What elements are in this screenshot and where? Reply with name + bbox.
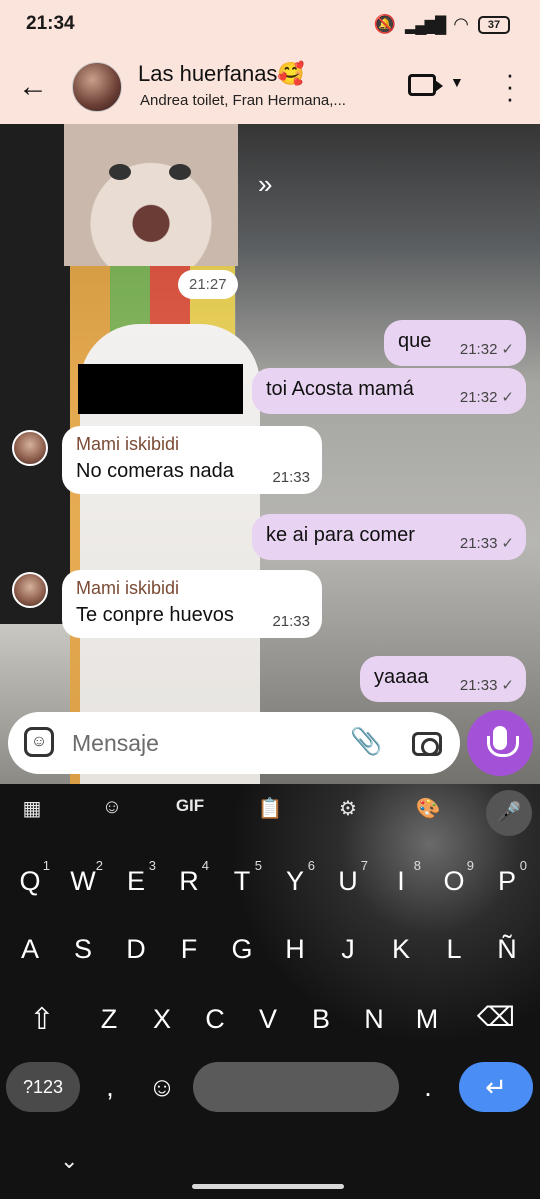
key-g[interactable]: G bbox=[220, 934, 264, 965]
keyboard: ▦ ☺ GIF 📋 ⚙ 🎨 🎤 Q1W2E3R4T5Y6U7I8O9P0 ASD… bbox=[0, 784, 540, 1199]
chat-header: ← Las huerfanas🥰 Andrea toilet, Fran Her… bbox=[0, 50, 540, 124]
key-s[interactable]: S bbox=[61, 934, 105, 965]
backspace-icon[interactable]: ⌫ bbox=[474, 1002, 518, 1033]
key-y[interactable]: Y6 bbox=[273, 858, 317, 897]
back-arrow-icon[interactable]: ← bbox=[18, 70, 48, 104]
status-time: 21:34 bbox=[26, 13, 75, 34]
censor-bar bbox=[78, 364, 243, 414]
clipboard-icon[interactable]: 📋 bbox=[250, 796, 290, 821]
enter-icon[interactable]: ↵ bbox=[459, 1062, 533, 1112]
signal-icon: ▂▄▆█ bbox=[405, 16, 446, 34]
key-u[interactable]: U7 bbox=[326, 858, 370, 897]
voice-input-icon[interactable]: 🎤 bbox=[486, 790, 532, 836]
message-meta: 21:32 ✓ bbox=[459, 389, 514, 406]
message-incoming[interactable]: Mami iskibidi No comeras nada 21:33 bbox=[62, 426, 322, 494]
message-text: toi Acosta mamá bbox=[266, 378, 414, 400]
key-i[interactable]: I8 bbox=[379, 858, 423, 897]
battery-icon: 37 bbox=[478, 15, 510, 34]
key-t[interactable]: T5 bbox=[220, 858, 264, 897]
sticker-icon[interactable]: ☺ bbox=[24, 727, 54, 757]
key-m[interactable]: M bbox=[405, 1004, 449, 1035]
group-title[interactable]: Las huerfanas🥰 bbox=[138, 61, 305, 87]
key-z[interactable]: Z bbox=[87, 1004, 131, 1035]
key-w[interactable]: W2 bbox=[61, 858, 105, 897]
video-call-icon[interactable] bbox=[408, 74, 443, 96]
key-e[interactable]: E3 bbox=[114, 858, 158, 897]
wallpaper-background bbox=[0, 124, 70, 624]
chevron-down-icon[interactable]: ▼ bbox=[450, 74, 464, 90]
camera-icon[interactable] bbox=[412, 732, 442, 756]
sender-avatar[interactable] bbox=[12, 430, 48, 466]
more-vert-icon[interactable]: · · · bbox=[500, 61, 520, 111]
key-x[interactable]: X bbox=[140, 1004, 184, 1035]
read-check-icon: ✓ bbox=[501, 677, 514, 694]
read-check-icon: ✓ bbox=[501, 389, 514, 406]
key-f[interactable]: F bbox=[167, 934, 211, 965]
key-l[interactable]: L bbox=[432, 934, 476, 965]
emoji-icon[interactable]: ☺ bbox=[140, 1072, 184, 1103]
key-ñ[interactable]: Ñ bbox=[485, 934, 529, 965]
key-n[interactable]: N bbox=[352, 1004, 396, 1035]
key-o[interactable]: O9 bbox=[432, 858, 476, 897]
read-check-icon: ✓ bbox=[501, 341, 514, 358]
mic-icon bbox=[487, 726, 519, 757]
message-input[interactable]: Mensaje bbox=[72, 730, 159, 757]
message-incoming[interactable]: Mami iskibidi Te conpre huevos 21:33 bbox=[62, 570, 322, 638]
gesture-nav-bar[interactable] bbox=[192, 1184, 344, 1189]
chat-area[interactable]: » 21:27 que 21:32 ✓ toi Acosta mamá 21:32… bbox=[0, 124, 540, 784]
palette-icon[interactable]: 🎨 bbox=[408, 796, 448, 821]
symbols-key[interactable]: ?123 bbox=[6, 1062, 80, 1112]
key-v[interactable]: V bbox=[246, 1004, 290, 1035]
message-outgoing[interactable]: que 21:32 ✓ bbox=[384, 320, 526, 366]
key-a[interactable]: A bbox=[8, 934, 52, 965]
mic-button[interactable] bbox=[467, 710, 533, 776]
key-d[interactable]: D bbox=[114, 934, 158, 965]
shift-icon[interactable]: ⇧ bbox=[20, 1002, 64, 1037]
message-sender: Mami iskibidi bbox=[76, 434, 180, 454]
message-input-bar[interactable]: ☺ Mensaje 📎 bbox=[8, 712, 460, 774]
message-text: ke ai para comer bbox=[266, 524, 415, 546]
message-text: Te conpre huevos bbox=[76, 604, 234, 626]
gif-button[interactable]: GIF bbox=[170, 796, 210, 816]
message-sender: Mami iskibidi bbox=[76, 578, 180, 598]
key-r[interactable]: R4 bbox=[167, 858, 211, 897]
message-text: que bbox=[398, 330, 432, 352]
key-b[interactable]: B bbox=[299, 1004, 343, 1035]
wifi-icon: ◠ bbox=[453, 14, 469, 34]
key-h[interactable]: H bbox=[273, 934, 317, 965]
message-text: No comeras nada bbox=[76, 460, 234, 482]
period-key[interactable]: . bbox=[406, 1072, 450, 1103]
message-time: 21:33 bbox=[272, 469, 310, 486]
status-icons: 🔕 ▂▄▆█ ◠ 37 bbox=[374, 14, 510, 35]
comma-key[interactable]: , bbox=[88, 1072, 132, 1103]
status-bar: 21:34 🔕 ▂▄▆█ ◠ 37 bbox=[0, 0, 540, 50]
sticker-time: 21:27 bbox=[178, 270, 238, 299]
attach-icon[interactable]: 📎 bbox=[350, 726, 382, 757]
apps-grid-icon[interactable]: ▦ bbox=[12, 796, 52, 821]
cat-sticker[interactable] bbox=[64, 124, 238, 266]
message-time: 21:33 bbox=[272, 613, 310, 630]
message-text: yaaaa bbox=[374, 666, 429, 688]
group-avatar[interactable] bbox=[72, 62, 122, 112]
read-check-icon: ✓ bbox=[501, 535, 514, 552]
key-p[interactable]: P0 bbox=[485, 858, 529, 897]
message-outgoing[interactable]: yaaaa 21:33 ✓ bbox=[360, 656, 526, 702]
key-q[interactable]: Q1 bbox=[8, 858, 52, 897]
message-meta: 21:32 ✓ bbox=[459, 341, 514, 358]
sender-avatar[interactable] bbox=[12, 572, 48, 608]
forward-icon[interactable]: » bbox=[258, 169, 272, 200]
message-meta: 21:33 ✓ bbox=[459, 535, 514, 552]
group-members[interactable]: Andrea toilet, Fran Hermana,... bbox=[140, 92, 346, 109]
sticker-icon[interactable]: ☺ bbox=[92, 796, 132, 819]
space-key[interactable] bbox=[193, 1062, 399, 1112]
gear-icon[interactable]: ⚙ bbox=[328, 796, 368, 821]
chevron-down-icon[interactable]: ⌄ bbox=[60, 1148, 78, 1174]
message-outgoing[interactable]: toi Acosta mamá 21:32 ✓ bbox=[252, 368, 526, 414]
message-meta: 21:33 ✓ bbox=[459, 677, 514, 694]
message-outgoing[interactable]: ke ai para comer 21:33 ✓ bbox=[252, 514, 526, 560]
key-c[interactable]: C bbox=[193, 1004, 237, 1035]
key-k[interactable]: K bbox=[379, 934, 423, 965]
key-j[interactable]: J bbox=[326, 934, 370, 965]
mute-icon: 🔕 bbox=[373, 14, 396, 34]
